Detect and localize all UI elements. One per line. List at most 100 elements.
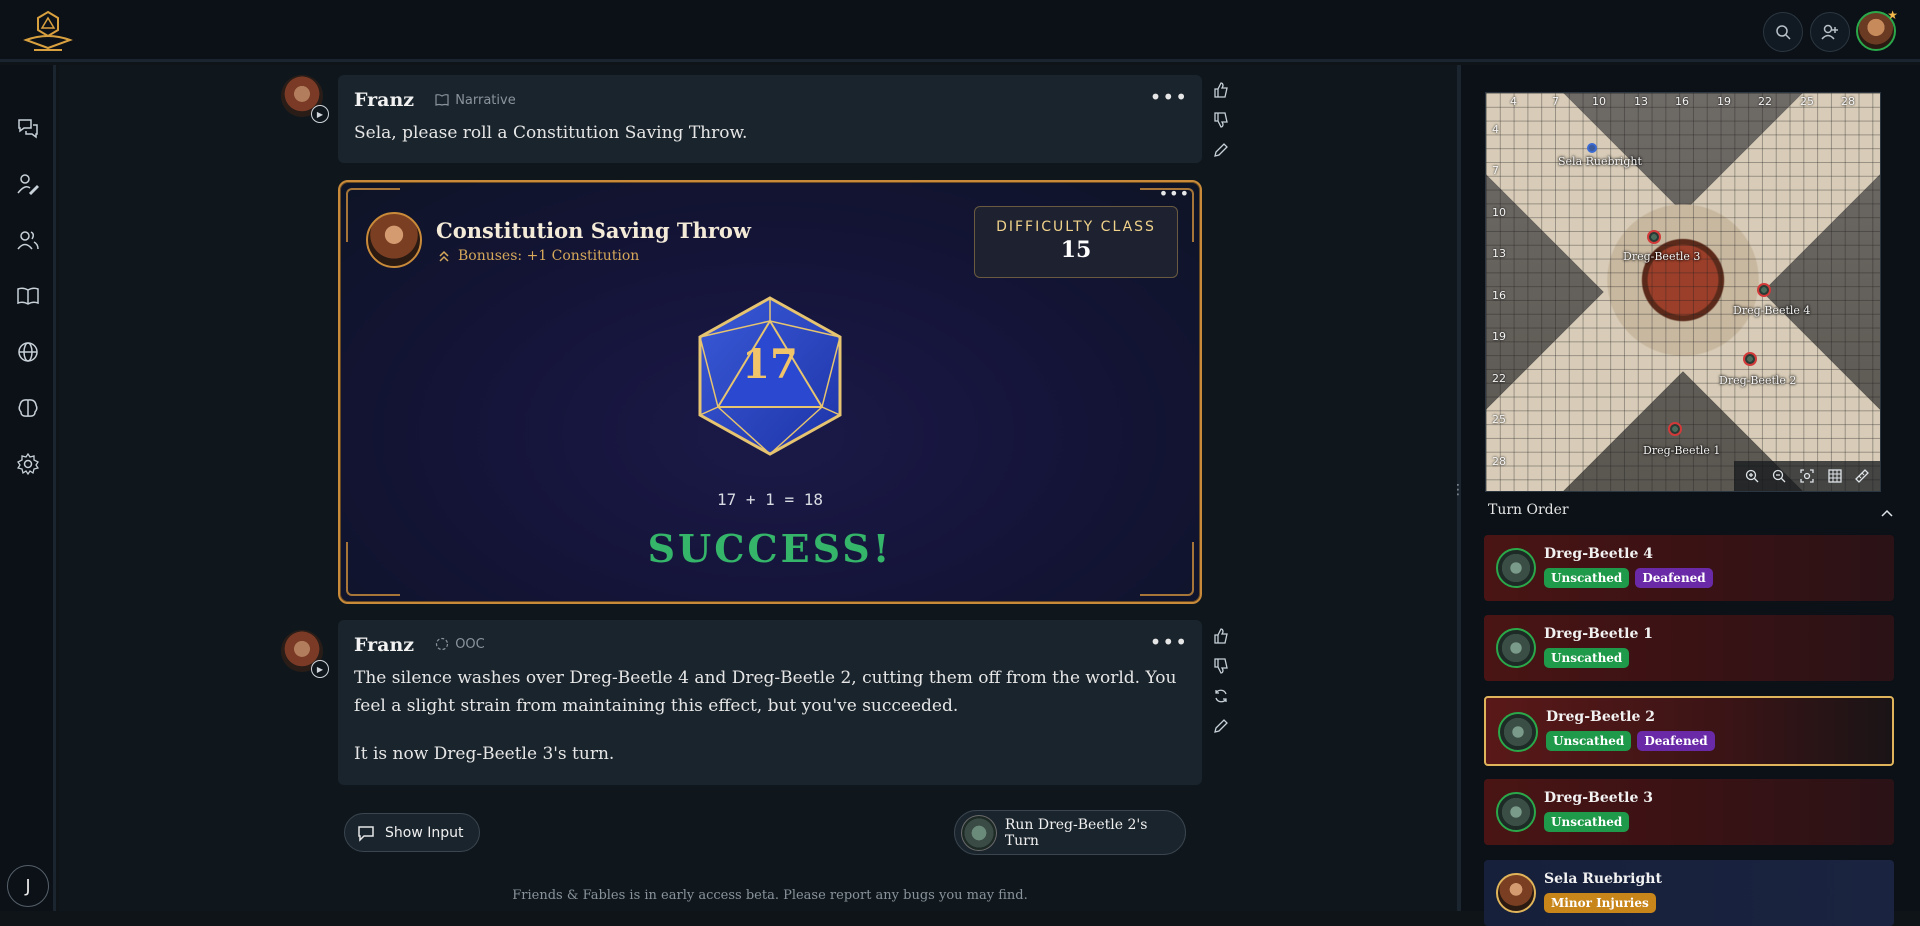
search-button[interactable] bbox=[1763, 12, 1803, 52]
row-label: 25 bbox=[1492, 413, 1506, 426]
play-audio-icon[interactable]: ▶ bbox=[311, 105, 329, 123]
col-label: 7 bbox=[1552, 95, 1559, 108]
star-icon: ★ bbox=[1887, 8, 1898, 22]
combatant-name: Dreg-Beetle 3 bbox=[1544, 790, 1653, 806]
thumbs-up-icon bbox=[1214, 628, 1228, 644]
characters-nav-button[interactable] bbox=[14, 170, 42, 198]
brain-icon bbox=[18, 399, 38, 417]
thumbs-down-icon bbox=[1214, 658, 1228, 674]
condition-badge: Deafened bbox=[1635, 568, 1713, 588]
status-badge: Unscathed bbox=[1544, 568, 1630, 588]
run-turn-button[interactable]: Run Dreg-Beetle 2's Turn bbox=[954, 810, 1186, 855]
status-badge: Unscathed bbox=[1544, 648, 1630, 668]
roll-options-button[interactable]: ••• bbox=[1159, 184, 1190, 203]
search-icon bbox=[1776, 25, 1791, 40]
turn-entry[interactable]: Dreg-Beetle 3 Unscathed bbox=[1484, 779, 1894, 845]
row-label: 16 bbox=[1492, 289, 1506, 302]
thumbs-up-button[interactable] bbox=[1212, 81, 1230, 99]
dc-label: DIFFICULTY CLASS bbox=[996, 219, 1156, 235]
status-badge: Unscathed bbox=[1544, 812, 1630, 832]
worlds-nav-button[interactable] bbox=[14, 338, 42, 366]
battle-map[interactable]: 4 7 10 13 16 19 22 25 28 4 7 10 13 16 19… bbox=[1485, 92, 1881, 492]
turn-entry[interactable]: Dreg-Beetle 1 Unscathed bbox=[1484, 615, 1894, 681]
col-label: 4 bbox=[1510, 95, 1517, 108]
combatant-name: Dreg-Beetle 2 bbox=[1546, 709, 1655, 725]
run-turn-label: Run Dreg-Beetle 2's Turn bbox=[1004, 816, 1148, 849]
token-label: Dreg-Beetle 1 bbox=[1643, 444, 1721, 457]
chevrons-up-icon bbox=[439, 250, 449, 262]
pencil-icon bbox=[1214, 143, 1228, 157]
gm-avatar[interactable]: ▶ bbox=[281, 630, 329, 678]
row-label: 13 bbox=[1492, 247, 1506, 260]
gm-avatar[interactable]: ▶ bbox=[281, 75, 329, 123]
token-dreg-beetle-3[interactable] bbox=[1647, 230, 1661, 244]
chat-panel: ▶ Franz Narrative Sela, please roll a Co… bbox=[59, 65, 1457, 911]
message-square-icon bbox=[358, 825, 374, 842]
zoom-out-button[interactable] bbox=[1771, 468, 1787, 484]
toggle-grid-button[interactable] bbox=[1827, 468, 1843, 484]
die-result: 17 bbox=[742, 341, 798, 388]
turn-entry-active[interactable]: Dreg-Beetle 2 Unscathed Deafened bbox=[1484, 696, 1894, 766]
row-label: 7 bbox=[1492, 164, 1499, 177]
pencil-icon bbox=[1214, 719, 1228, 733]
col-label: 10 bbox=[1592, 95, 1606, 108]
message-type: OOC bbox=[435, 637, 485, 652]
status-badge: Unscathed bbox=[1546, 731, 1632, 751]
token-sela[interactable] bbox=[1587, 143, 1597, 153]
user-edit-icon bbox=[17, 174, 39, 195]
fit-view-button[interactable] bbox=[1799, 468, 1815, 484]
edit-message-button[interactable] bbox=[1212, 141, 1230, 159]
col-label: 19 bbox=[1717, 95, 1731, 108]
thumbs-up-button[interactable] bbox=[1212, 627, 1230, 645]
collapse-turn-order-button[interactable] bbox=[1881, 503, 1893, 522]
token-dreg-beetle-4[interactable] bbox=[1757, 283, 1771, 297]
gear-icon bbox=[17, 453, 39, 475]
message-type: Narrative bbox=[435, 93, 516, 108]
token-label: Dreg-Beetle 4 bbox=[1733, 304, 1811, 317]
more-options-button[interactable]: ••• bbox=[1150, 85, 1188, 109]
brain-nav-button[interactable] bbox=[14, 394, 42, 422]
add-user-icon bbox=[1821, 24, 1838, 40]
row-label: 10 bbox=[1492, 206, 1506, 219]
measure-button[interactable] bbox=[1854, 468, 1870, 484]
regenerate-button[interactable] bbox=[1212, 687, 1230, 705]
message-author: Franz bbox=[354, 634, 415, 656]
row-label: 4 bbox=[1492, 123, 1499, 136]
d20-die: 17 bbox=[696, 295, 844, 457]
chats-nav-button[interactable] bbox=[14, 114, 42, 142]
thumbs-down-button[interactable] bbox=[1212, 111, 1230, 129]
zoom-in-button[interactable] bbox=[1744, 468, 1760, 484]
top-bar: ★ bbox=[0, 0, 1920, 62]
play-audio-icon[interactable]: ▶ bbox=[311, 660, 329, 678]
ruler-icon bbox=[1855, 469, 1870, 483]
dc-value: 15 bbox=[1060, 237, 1092, 263]
user-avatar[interactable]: ★ bbox=[1856, 8, 1898, 51]
col-label: 22 bbox=[1758, 95, 1772, 108]
token-dreg-beetle-1[interactable] bbox=[1668, 422, 1682, 436]
token-label: Sela Ruebright bbox=[1558, 155, 1642, 168]
party-nav-button[interactable] bbox=[14, 226, 42, 254]
token-dreg-beetle-2[interactable] bbox=[1743, 352, 1757, 366]
account-button[interactable]: J bbox=[7, 865, 49, 907]
show-input-button[interactable]: Show Input bbox=[344, 813, 480, 852]
app-logo[interactable] bbox=[20, 10, 76, 52]
focus-icon bbox=[1800, 469, 1814, 483]
combatant-avatar bbox=[1496, 628, 1536, 668]
globe-icon bbox=[18, 342, 38, 362]
turn-entry[interactable]: Sela Ruebright Minor Injuries bbox=[1484, 860, 1894, 926]
refresh-icon bbox=[1215, 689, 1227, 703]
settings-nav-button[interactable] bbox=[14, 450, 42, 478]
show-input-label: Show Input bbox=[385, 824, 464, 841]
message-text: Sela, please roll a Constitution Saving … bbox=[354, 123, 748, 143]
more-options-button[interactable]: ••• bbox=[1150, 630, 1188, 654]
thumbs-down-button[interactable] bbox=[1212, 657, 1230, 675]
col-label: 28 bbox=[1841, 95, 1855, 108]
edit-message-button[interactable] bbox=[1212, 717, 1230, 735]
zoom-out-icon bbox=[1773, 469, 1786, 483]
status-badge: Minor Injuries bbox=[1544, 893, 1656, 913]
combatant-avatar bbox=[1498, 712, 1538, 752]
add-friend-button[interactable] bbox=[1810, 12, 1850, 52]
library-nav-button[interactable] bbox=[14, 282, 42, 310]
turn-entry[interactable]: Dreg-Beetle 4 Unscathed Deafened bbox=[1484, 535, 1894, 601]
col-label: 25 bbox=[1800, 95, 1814, 108]
